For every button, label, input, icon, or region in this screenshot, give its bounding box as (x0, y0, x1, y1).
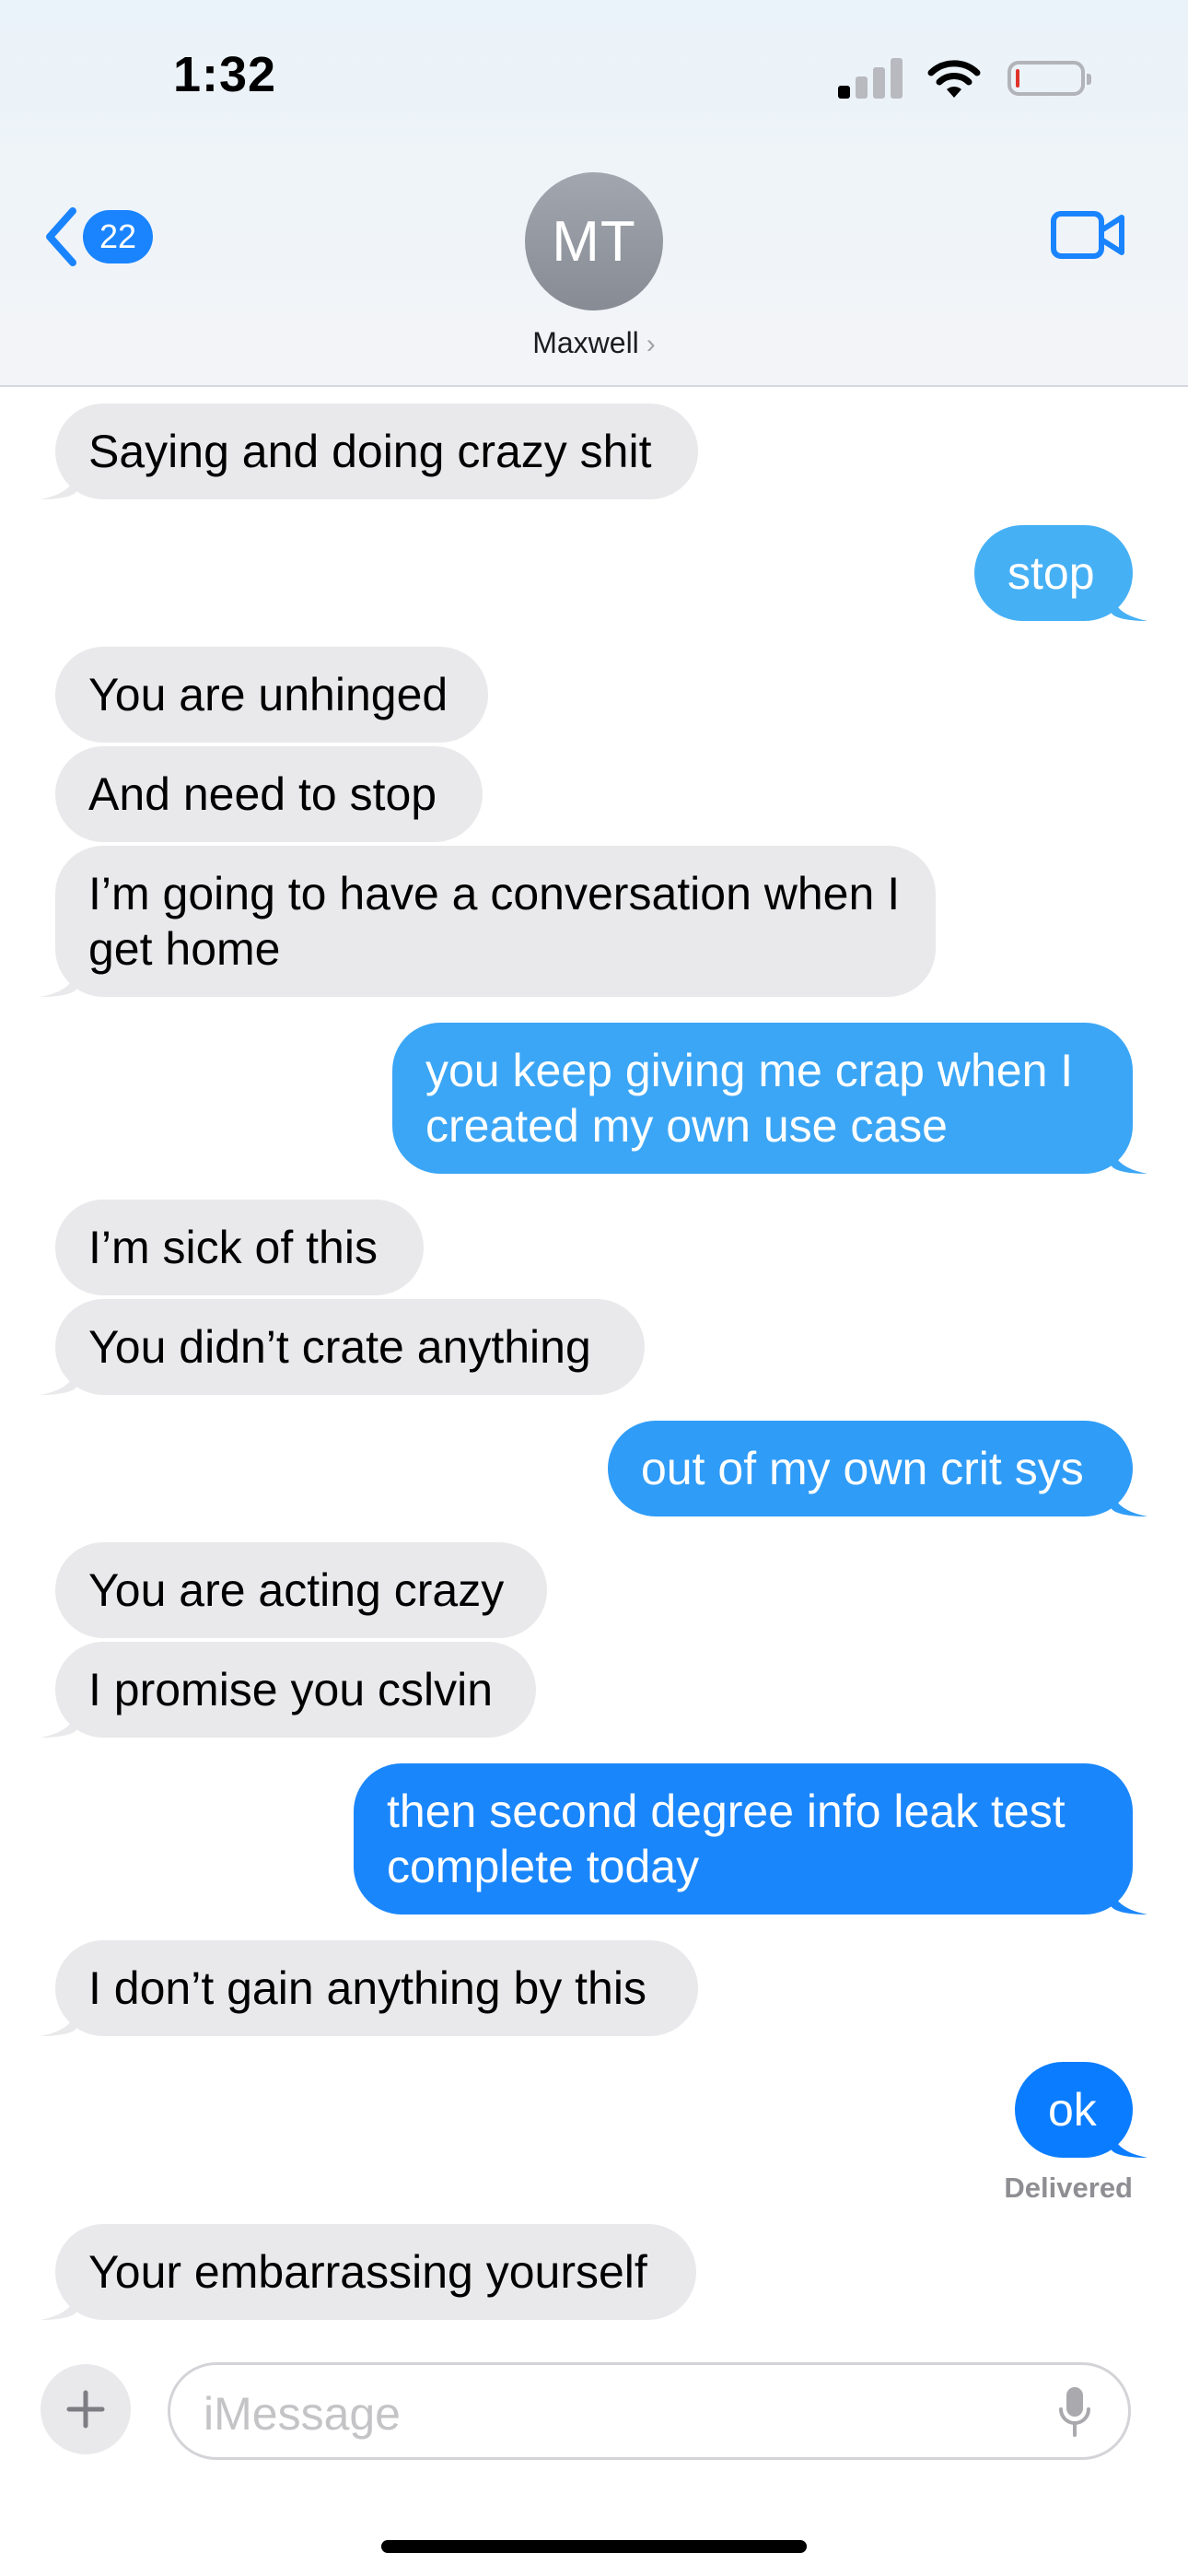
message-text: And need to stop (88, 768, 437, 820)
message-text: I don’t gain anything by this (88, 1962, 646, 2014)
chevron-right-icon: › (646, 329, 656, 359)
message-bubble-incoming[interactable]: I’m going to have a conversation when I … (41, 846, 936, 997)
bubble-tail (41, 1358, 77, 1395)
home-indicator[interactable] (381, 2540, 807, 2553)
message-text: I’m going to have a conversation when I … (88, 868, 901, 975)
status-icons (838, 57, 1091, 100)
input-placeholder: iMessage (204, 2388, 401, 2440)
message-text: You are acting crazy (88, 1564, 505, 1616)
cellular-signal-icon (838, 58, 903, 99)
bubble-tail (1111, 1480, 1147, 1516)
message-thread[interactable]: Saying and doing crazy shit stop You are… (0, 387, 1188, 2340)
back-button[interactable]: 22 (42, 206, 153, 267)
unread-count-badge: 22 (83, 210, 153, 263)
message-bubble-outgoing[interactable]: ok (1015, 2062, 1147, 2158)
battery-low-icon (1007, 61, 1091, 96)
bubble-tail (41, 2283, 77, 2320)
plus-icon (66, 2390, 105, 2429)
message-text: you keep giving me crap when I created m… (425, 1045, 1074, 1152)
message-text: I’m sick of this (88, 1222, 378, 1273)
message-bubble-incoming[interactable]: Your embarrassing yourself (41, 2224, 696, 2320)
bubble-tail (1111, 1878, 1147, 1914)
video-camera-icon[interactable] (1050, 205, 1127, 267)
bubble-tail (1111, 584, 1147, 621)
message-text: then second degree info leak test comple… (387, 1786, 1066, 1892)
imessage-input[interactable]: iMessage (168, 2362, 1131, 2460)
message-bubble-outgoing[interactable]: you keep giving me crap when I created m… (392, 1023, 1147, 1174)
message-bubble-outgoing[interactable]: out of my own crit sys (608, 1421, 1147, 1516)
chevron-left-icon (46, 207, 76, 266)
message-text: stop (1007, 547, 1095, 599)
bubble-tail (41, 463, 77, 499)
status-time: 1:32 (173, 47, 277, 102)
message-bubble-incoming[interactable]: You are acting crazy (55, 1542, 547, 1638)
contact-name-button[interactable]: Maxwell › (0, 326, 1188, 360)
message-bubble-outgoing[interactable]: stop (974, 525, 1147, 621)
contact-name: Maxwell (532, 326, 639, 359)
microphone-icon[interactable] (1058, 2385, 1091, 2439)
message-text: Your embarrassing yourself (88, 2246, 647, 2298)
message-bubble-incoming[interactable]: You are unhinged (55, 647, 488, 743)
wifi-icon (927, 60, 981, 98)
bubble-tail (41, 1999, 77, 2036)
message-bubble-incoming[interactable]: You didn’t crate anything (41, 1299, 645, 1395)
message-text: ok (1048, 2084, 1097, 2136)
apps-plus-button[interactable] (41, 2364, 131, 2454)
message-text: Saying and doing crazy shit (88, 426, 652, 477)
message-bubble-incoming[interactable]: I promise you cslvin (41, 1642, 536, 1738)
message-text: You didn’t crate anything (88, 1321, 591, 1373)
bubble-tail (41, 960, 77, 997)
bubble-tail (1111, 2121, 1147, 2158)
message-bubble-outgoing[interactable]: then second degree info leak test comple… (354, 1763, 1147, 1914)
message-bubble-incoming[interactable]: Saying and doing crazy shit (41, 404, 698, 499)
bubble-tail (1111, 1137, 1147, 1174)
message-bubble-incoming[interactable]: And need to stop (55, 746, 483, 842)
message-text: You are unhinged (88, 669, 448, 720)
message-text: I promise you cslvin (88, 1664, 494, 1715)
message-bubble-incoming[interactable]: I’m sick of this (55, 1200, 424, 1295)
message-text: out of my own crit sys (641, 1443, 1084, 1494)
conversation-header: 1:32 22 MT Maxwell › (0, 0, 1188, 387)
message-bubble-incoming[interactable]: I don’t gain anything by this (41, 1940, 698, 2036)
delivered-status: Delivered (1004, 2172, 1133, 2204)
bubble-tail (41, 1701, 77, 1738)
contact-avatar[interactable]: MT (525, 172, 663, 310)
